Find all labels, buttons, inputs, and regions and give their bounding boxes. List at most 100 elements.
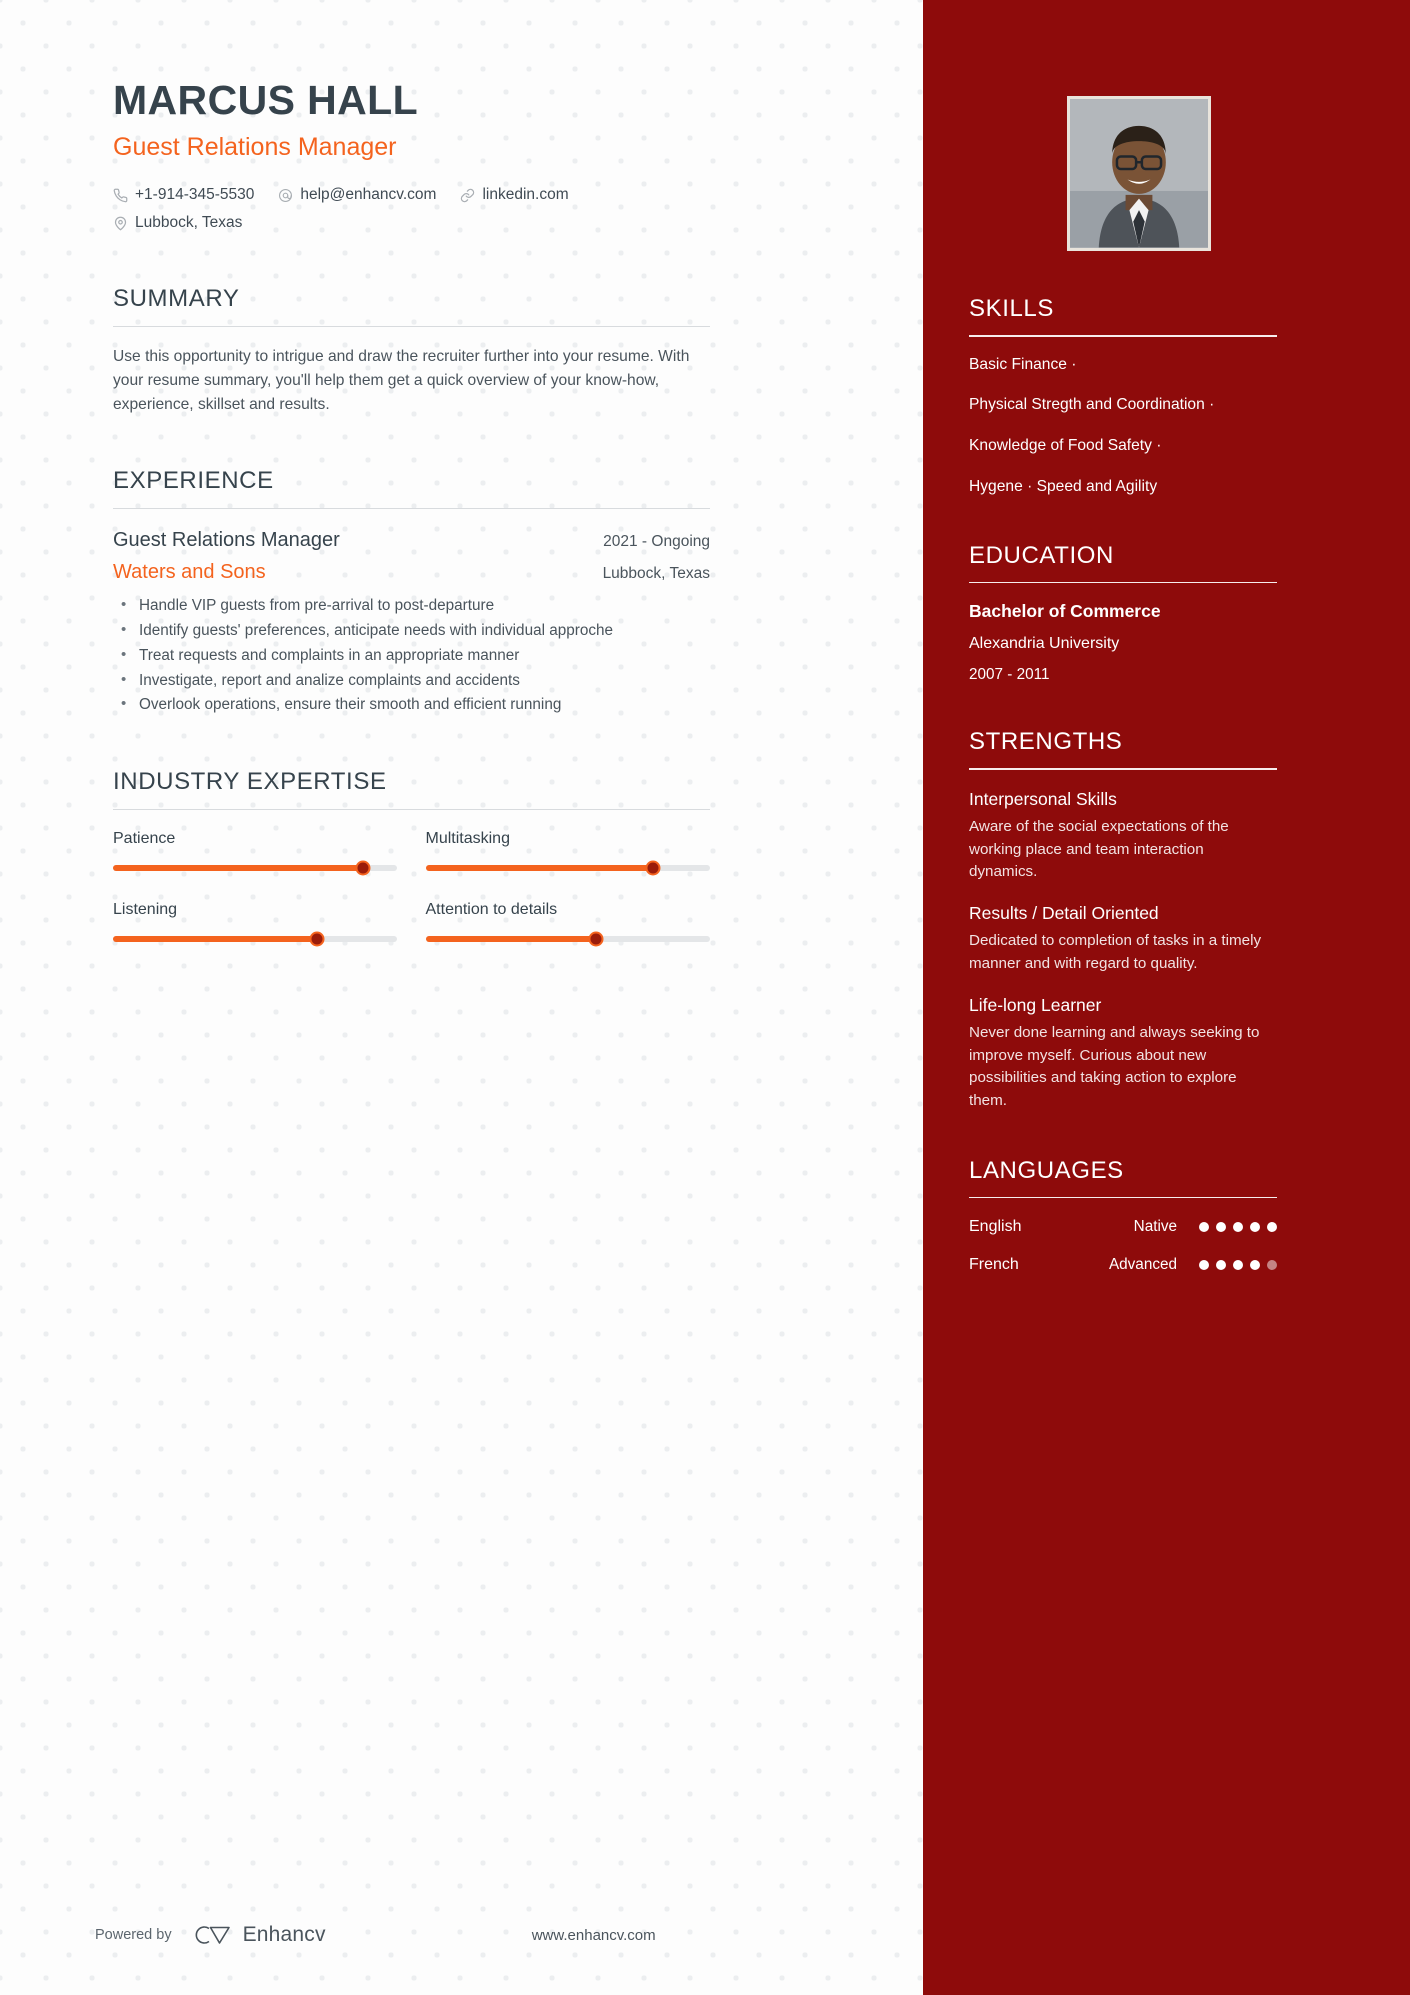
expertise-label: Attention to details [425,901,558,919]
strengths-heading: STRENGTHS [969,728,1123,756]
experience-heading: EXPERIENCE [113,467,274,495]
list-item: Identify guests' preferences, anticipate… [113,618,710,644]
expertise-slider[interactable] [425,860,710,876]
list-item: Knowledge of Food Safety · [969,437,1162,455]
language-name: French [969,1256,1019,1274]
list-item: Overlook operations, ensure their smooth… [113,692,710,718]
expertise-item-attention-to-details: Attention to details [425,901,710,947]
expertise-slider[interactable] [425,931,710,947]
list-item: Basic Finance · [969,355,1077,373]
language-level: Advanced [1108,1256,1177,1274]
avatar [1067,96,1211,251]
experience-bullet-list: Handle VIP guests from pre-arrival to po… [113,593,710,718]
resume-page: MARCUS HALL Guest Relations Manager +1-9… [0,0,1410,1995]
rating-dot [1199,1222,1209,1233]
experience-divider [113,508,710,510]
strengths-divider [969,768,1277,770]
expertise-item-multitasking: Multitasking [425,830,710,876]
contact-location: Lubbock, Texas [113,212,242,234]
education-section: EDUCATION Bachelor of Commerce Alexandri… [969,542,1323,685]
expertise-grid: Patience Multitasking Listening Attentio… [113,830,710,947]
strength-description: Aware of the social expectations of the … [969,817,1229,881]
contact-linkedin-text: linkedin.com [482,185,569,203]
enhancv-wordmark: Enhancv [242,1923,326,1946]
powered-by-block: Powered by Enhancv [95,1922,326,1948]
slider-knob[interactable] [355,860,371,876]
summary-text: Use this opportunity to intrigue and dra… [113,347,690,414]
footer-url[interactable]: www.enhancv.com [532,1927,656,1944]
skills-section: SKILLS Basic Finance · Physical Stregth … [969,295,1323,498]
list-item: Hygene · Speed and Agility [969,477,1158,495]
rating-dot [1267,1222,1277,1233]
footer: Powered by Enhancv www.enhancv.com [0,1875,923,1995]
slider-knob[interactable] [588,931,604,947]
rating-dot [1250,1260,1260,1271]
summary-divider [113,325,710,327]
strength-name: Interpersonal Skills [969,788,1117,809]
education-divider [969,581,1277,584]
experience-company: Waters and Sons [113,561,266,584]
experience-section: EXPERIENCE Guest Relations Manager 2021 … [113,467,760,718]
industry-expertise-divider [113,809,710,811]
language-row-english: English Native [969,1218,1277,1236]
page-title: MARCUS HALL [113,77,419,123]
strength-description: Dedicated to completion of tasks in a ti… [969,932,1262,972]
rating-dot [1216,1222,1226,1233]
contact-phone[interactable]: +1-914-345-5530 [113,184,254,206]
education-school: Alexandria University [969,635,1120,653]
language-level: Native [1133,1218,1177,1236]
link-icon [460,188,475,203]
location-icon [113,216,128,231]
skills-heading: SKILLS [969,295,1054,322]
language-rating-dots [1199,1222,1277,1233]
slider-knob[interactable] [645,860,661,876]
strength-item: Results / Detail Oriented Dedicated to c… [969,903,1323,976]
contact-linkedin[interactable]: linkedin.com [460,184,569,206]
list-item: Physical Stregth and Coordination · [969,396,1215,414]
languages-section: LANGUAGES English Native French Advanced [969,1157,1323,1275]
expertise-label: Listening [113,901,178,919]
enhancv-mark-icon [195,1926,230,1944]
summary-section: SUMMARY Use this opportunity to intrigue… [113,285,760,417]
slider-fill [425,865,653,872]
strength-name: Results / Detail Oriented [969,903,1159,924]
profile-photo [1070,99,1208,248]
header-job-title: Guest Relations Manager [113,132,397,161]
rating-dot [1199,1260,1209,1271]
skills-divider [969,335,1277,337]
rating-dot [1267,1260,1277,1271]
experience-entry-header: Guest Relations Manager 2021 - Ongoing [113,529,710,552]
languages-heading: LANGUAGES [969,1156,1124,1184]
contact-info: +1-914-345-5530 help@enhancv.com linkedi… [113,184,760,235]
experience-location: Lubbock, Texas [602,565,710,583]
rating-dot [1233,1222,1243,1233]
list-item: Treat requests and complaints in an appr… [113,643,710,669]
phone-icon [113,188,128,203]
rating-dot [1250,1222,1260,1233]
slider-knob[interactable] [309,931,325,947]
expertise-slider[interactable] [113,931,397,947]
sidebar: SKILLS Basic Finance · Physical Stregth … [923,0,1410,1995]
strengths-section: STRENGTHS Interpersonal Skills Aware of … [969,728,1323,1113]
languages-divider [969,1196,1277,1199]
rating-dot [1216,1260,1226,1271]
rating-dot [1233,1260,1243,1271]
education-years: 2007 - 2011 [969,666,1050,684]
strength-item: Interpersonal Skills Aware of the social… [969,789,1323,884]
strength-name: Life-long Learner [969,994,1102,1015]
contact-email-text: help@enhancv.com [300,185,437,203]
expertise-item-listening: Listening [113,901,397,947]
main-column: MARCUS HALL Guest Relations Manager +1-9… [0,0,923,1995]
contact-phone-text: +1-914-345-5530 [135,185,255,203]
education-heading: EDUCATION [969,541,1114,569]
language-row-french: French Advanced [969,1256,1277,1274]
powered-by-label: Powered by [95,1927,172,1943]
skills-list: Basic Finance · Physical Stregth and Coo… [969,354,1323,498]
slider-fill [425,936,596,943]
list-item: Handle VIP guests from pre-arrival to po… [113,593,710,619]
contact-location-text: Lubbock, Texas [135,214,243,232]
expertise-slider[interactable] [113,860,397,876]
strength-item: Life-long Learner Never done learning an… [969,995,1323,1113]
slider-fill [113,865,363,872]
contact-email[interactable]: help@enhancv.com [278,184,436,206]
